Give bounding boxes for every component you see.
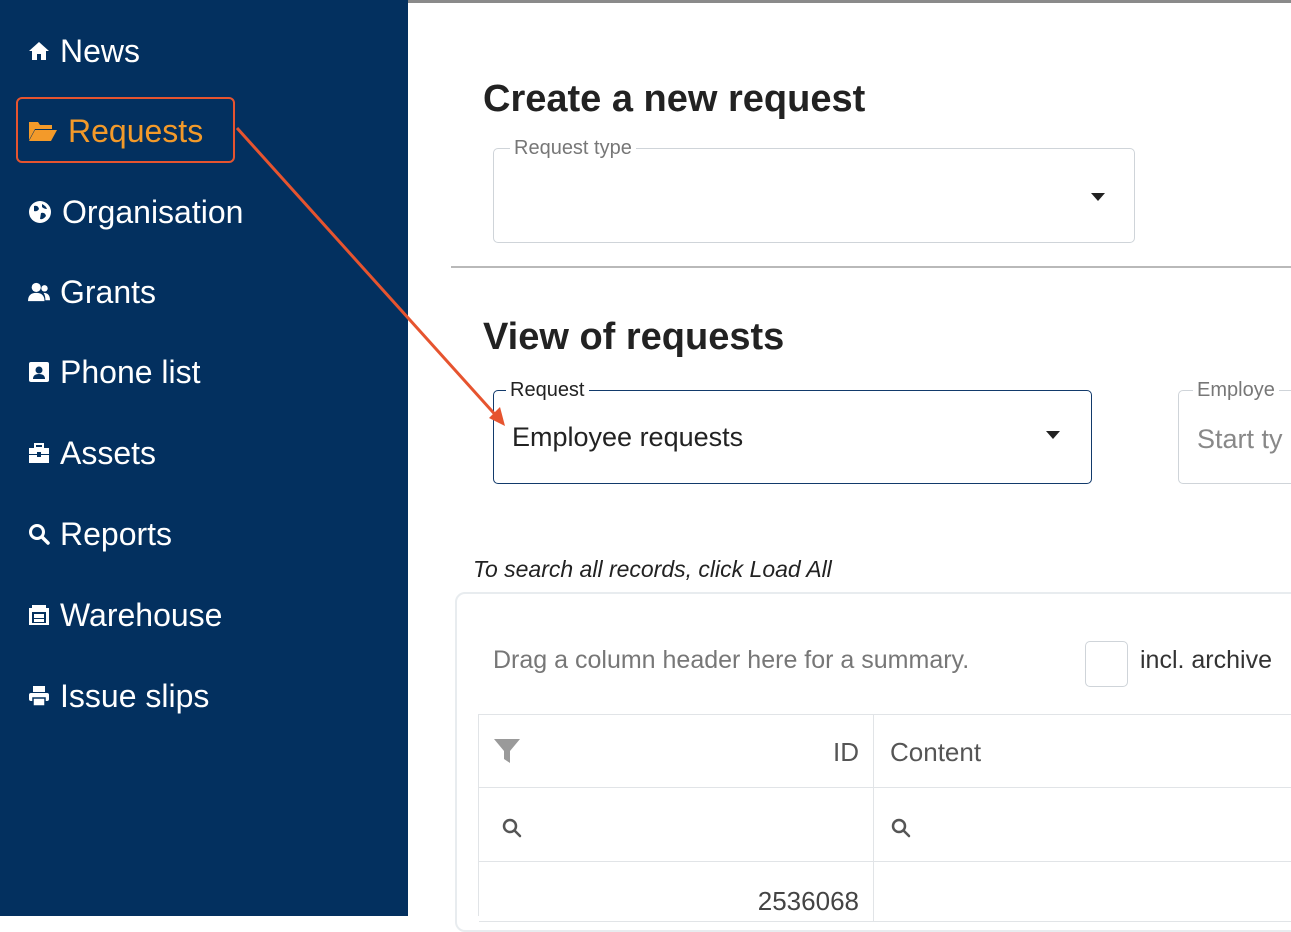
- chevron-down-icon: [1046, 431, 1060, 439]
- home-icon: [28, 40, 50, 62]
- sidebar-item-label: Assets: [60, 435, 157, 471]
- column-header-label: Content: [890, 737, 982, 767]
- column-header-id[interactable]: ID: [479, 715, 874, 788]
- sidebar: News Requests Organisation Grants Phone …: [0, 0, 408, 916]
- sidebar-item-news[interactable]: News: [0, 27, 408, 75]
- sidebar-item-label: Grants: [60, 274, 157, 310]
- request-select[interactable]: Request Employee requests: [493, 379, 1092, 484]
- request-type-label: Request type: [510, 137, 636, 160]
- sidebar-item-label: Phone list: [60, 354, 201, 390]
- sidebar-item-label: Requests: [68, 113, 204, 149]
- warehouse-icon: [28, 604, 50, 626]
- include-archive-label: incl. archive: [1140, 646, 1272, 674]
- employee-placeholder: Start ty: [1197, 424, 1283, 454]
- sidebar-item-phone-list[interactable]: Phone list: [0, 348, 408, 396]
- request-value: Employee requests: [512, 422, 744, 452]
- load-all-hint: To search all records, click Load All: [473, 556, 832, 582]
- cell-id-value: 2536068: [757, 886, 859, 916]
- sidebar-item-grants[interactable]: Grants: [0, 268, 408, 316]
- include-archive-checkbox[interactable]: [1085, 641, 1128, 687]
- sidebar-item-reports[interactable]: Reports: [0, 510, 408, 558]
- create-request-title: Create a new request: [483, 78, 866, 120]
- toolbox-icon: [28, 442, 50, 464]
- sidebar-item-organisation[interactable]: Organisation: [0, 188, 408, 236]
- sidebar-item-issue-slips[interactable]: Issue slips: [0, 672, 408, 720]
- sidebar-item-warehouse[interactable]: Warehouse: [0, 591, 408, 639]
- sidebar-item-label: Issue slips: [60, 678, 210, 714]
- globe-icon: [28, 200, 52, 224]
- requests-table: ID Content 2536068: [478, 714, 1291, 922]
- filter-cell-id[interactable]: [479, 788, 874, 862]
- chevron-down-icon: [1091, 193, 1105, 201]
- table-row-id-cell[interactable]: 2536068: [479, 862, 874, 922]
- users-icon: [28, 281, 50, 303]
- filter-icon[interactable]: [493, 737, 521, 772]
- column-header-label: ID: [833, 737, 859, 767]
- sidebar-item-label: Organisation: [62, 194, 244, 230]
- address-card-icon: [28, 361, 50, 383]
- employee-input[interactable]: Employe Start ty: [1178, 379, 1291, 484]
- request-label: Request: [506, 379, 589, 402]
- view-requests-title: View of requests: [483, 316, 785, 358]
- sidebar-item-label: Warehouse: [60, 597, 223, 633]
- group-panel-hint: Drag a column header here for a summary.: [493, 646, 970, 674]
- column-header-content[interactable]: Content: [874, 715, 1291, 788]
- sidebar-item-label: Reports: [60, 516, 173, 552]
- sidebar-item-assets[interactable]: Assets: [0, 429, 408, 477]
- search-icon: [28, 523, 50, 545]
- section-divider: [451, 266, 1291, 268]
- table-row-content-cell[interactable]: [874, 862, 1291, 922]
- search-icon: [501, 815, 523, 846]
- folder-open-icon: [28, 120, 58, 142]
- sidebar-item-label: News: [60, 33, 141, 69]
- sidebar-item-requests[interactable]: Requests: [0, 107, 408, 155]
- filter-cell-content[interactable]: [874, 788, 1291, 862]
- search-icon: [890, 815, 912, 846]
- print-icon: [28, 685, 50, 707]
- employee-label: Employe: [1193, 379, 1279, 402]
- request-type-select[interactable]: Request type: [493, 137, 1135, 243]
